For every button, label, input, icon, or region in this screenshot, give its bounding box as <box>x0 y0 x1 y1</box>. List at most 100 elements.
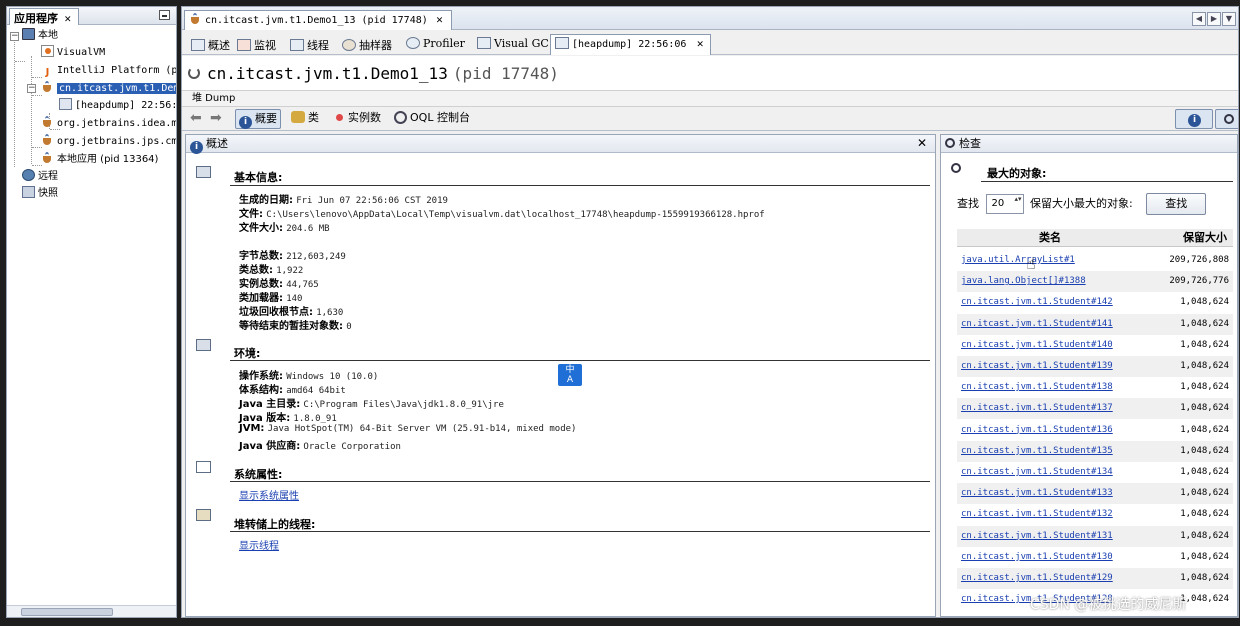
table-row[interactable]: java.lang.Object[]#1388 209,726,776 <box>957 271 1233 293</box>
retained-size: 1,048,624 <box>1180 445 1229 456</box>
expand-demo-toggle[interactable]: − <box>27 84 36 93</box>
snapshot-icon <box>22 186 35 198</box>
classes-button[interactable]: 类 <box>288 109 322 129</box>
table-row[interactable]: cn.itcast.jvm.t1.Student#142 1,048,624 <box>957 292 1233 313</box>
object-link[interactable]: cn.itcast.jvm.t1.Student#139 <box>961 356 1113 377</box>
table-row[interactable]: cn.itcast.jvm.t1.Student#136 1,048,624 <box>957 420 1233 441</box>
object-link[interactable]: cn.itcast.jvm.t1.Student#135 <box>961 441 1113 462</box>
object-link[interactable]: cn.itcast.jvm.t1.Student#136 <box>961 420 1113 441</box>
globe-icon <box>22 169 35 181</box>
find-button[interactable]: 查找 <box>1146 193 1207 215</box>
tree-node-local-app[interactable]: 本地应用 (pid 13364) <box>41 151 158 168</box>
info-toggle-button[interactable]: i <box>1175 109 1213 129</box>
object-count-stepper[interactable]: 20 <box>985 194 1024 214</box>
translate-badge-icon[interactable]: 中 A <box>558 364 582 386</box>
summary-button[interactable]: i 概要 <box>235 109 281 129</box>
tree-node-intellij[interactable]: J IntelliJ Platform (pi <box>41 62 176 79</box>
tree-node-visualvm[interactable]: VisualVM <box>41 44 105 61</box>
back-arrow-icon[interactable]: ⬅ <box>190 111 206 125</box>
tab-overview[interactable]: 概述 <box>186 34 237 55</box>
tree-node-jps-cmd[interactable]: org.jetbrains.jps.cmdl <box>41 133 176 150</box>
table-row[interactable]: cn.itcast.jvm.t1.Student#130 1,048,624 <box>957 547 1233 568</box>
inspect-toggle-button[interactable] <box>1215 109 1238 129</box>
horizontal-scrollbar[interactable] <box>7 605 176 617</box>
intellij-icon: J <box>45 67 50 78</box>
chevron-right-icon[interactable]: ▶ <box>1207 12 1221 26</box>
visual-gc-icon <box>477 37 491 49</box>
chevron-left-icon[interactable]: ◀ <box>1192 12 1206 26</box>
table-row[interactable]: cn.itcast.jvm.t1.Student#141 1,048,624 <box>957 313 1233 335</box>
retained-size: 1,048,624 <box>1180 361 1229 371</box>
tab-monitor[interactable]: 监视 <box>232 34 283 55</box>
object-link[interactable]: cn.itcast.jvm.t1.Student#129 <box>961 568 1113 589</box>
minimize-icon[interactable] <box>159 10 170 20</box>
tree-node-remote[interactable]: 远程 <box>22 168 58 185</box>
object-link[interactable]: cn.itcast.jvm.t1.Student#138 <box>961 377 1113 398</box>
tree-node-demo[interactable]: cn.itcast.jvm.t1.Demo <box>41 80 176 97</box>
close-icon[interactable]: ✕ <box>436 16 444 26</box>
object-link[interactable]: cn.itcast.jvm.t1.Student#134 <box>961 462 1113 483</box>
divider <box>981 181 1233 182</box>
table-row[interactable]: cn.itcast.jvm.t1.Student#138 1,048,624 <box>957 377 1233 398</box>
oql-console-button[interactable]: OQL 控制台 <box>391 109 473 129</box>
threads-icon <box>290 39 304 51</box>
tree-node-heapdump[interactable]: [heapdump] 22:56:0 <box>59 97 176 114</box>
tree-node-snapshot[interactable]: 快照 <box>22 185 58 202</box>
object-link[interactable]: cn.itcast.jvm.t1.Student#140 <box>961 335 1113 356</box>
object-link[interactable]: cn.itcast.jvm.t1.Student#142 <box>961 292 1113 313</box>
show-system-properties-link[interactable]: 显示系统属性 <box>239 487 299 502</box>
info-classes: 类总数: 1,922 <box>239 265 304 276</box>
tab-sampler[interactable]: 抽样器 <box>337 34 399 55</box>
instances-button[interactable]: 实例数 <box>330 109 384 129</box>
forward-arrow-icon[interactable]: ➡ <box>210 111 226 125</box>
object-link[interactable]: java.lang.Object[]#1388 <box>961 271 1086 292</box>
document-tab-demo[interactable]: cn.itcast.jvm.t1.Demo1_13 (pid 17748) ✕ <box>184 10 453 30</box>
column-class-name[interactable]: 类名 <box>957 229 1143 247</box>
view-tabs: 概述 监视 线程 抽样器 Profiler Visual GC [heapdum… <box>182 31 1238 55</box>
table-row[interactable]: cn.itcast.jvm.t1.Student#135 1,048,624 <box>957 440 1233 462</box>
table-row[interactable]: cn.itcast.jvm.t1.Student#134 1,048,624 <box>957 462 1233 483</box>
inspect-pane-header: 检查 <box>941 135 1237 153</box>
tree-node-local[interactable]: 本地 <box>22 27 58 44</box>
table-row[interactable]: cn.itcast.jvm.t1.Student#132 1,048,624 <box>957 504 1233 525</box>
tree-node-idea-maven[interactable]: org.jetbrains.idea.mav <box>41 115 176 132</box>
chevron-down-icon[interactable]: ▼ <box>1222 12 1236 26</box>
table-row[interactable]: cn.itcast.jvm.t1.Student#129 1,048,624 <box>957 568 1233 589</box>
tab-profiler[interactable]: Profiler <box>401 34 472 55</box>
instances-icon <box>336 114 343 121</box>
close-icon[interactable]: ✕ <box>696 40 704 50</box>
tab-heapdump[interactable]: [heapdump] 22:56:06 ✕ <box>550 34 711 55</box>
info-date: 生成的日期: Fri Jun 07 22:56:06 CST 2019 <box>239 195 448 206</box>
table-row[interactable]: cn.itcast.jvm.t1.Student#131 1,048,624 <box>957 525 1233 547</box>
object-link[interactable]: cn.itcast.jvm.t1.Student#141 <box>961 314 1113 335</box>
hand-cursor-icon: ☝ <box>1026 254 1036 273</box>
table-row[interactable]: java.util.ArrayList#1 209,726,808 <box>957 250 1233 271</box>
biggest-objects-title: 最大的对象: <box>987 167 1047 180</box>
tab-threads[interactable]: 线程 <box>285 34 336 55</box>
object-link[interactable]: java.util.ArrayList#1 <box>961 250 1075 271</box>
object-link[interactable]: cn.itcast.jvm.t1.Student#137 <box>961 398 1113 419</box>
expand-local-toggle[interactable]: − <box>10 32 19 41</box>
retained-size: 209,726,808 <box>1169 255 1229 265</box>
computer-icon <box>22 28 35 40</box>
table-row[interactable]: cn.itcast.jvm.t1.Student#140 1,048,624 <box>957 335 1233 356</box>
show-threads-link[interactable]: 显示线程 <box>239 537 279 552</box>
table-row[interactable]: cn.itcast.jvm.t1.Student#133 1,048,624 <box>957 483 1233 505</box>
retained-size: 1,048,624 <box>1180 339 1229 350</box>
object-link[interactable]: cn.itcast.jvm.t1.Student#132 <box>961 504 1113 525</box>
retained-size: 1,048,624 <box>1180 488 1229 499</box>
close-icon[interactable]: ✕ <box>917 135 927 152</box>
column-retained-size[interactable]: 保留大小 <box>1183 229 1227 247</box>
retained-size: 1,048,624 <box>1180 318 1229 329</box>
object-link[interactable]: cn.itcast.jvm.t1.Student#133 <box>961 483 1113 504</box>
close-icon[interactable]: ✕ <box>64 15 72 25</box>
section-system-properties-title: 系统属性: <box>234 468 283 481</box>
table-row[interactable]: cn.itcast.jvm.t1.Student#137 1,048,624 <box>957 398 1233 420</box>
object-link[interactable]: cn.itcast.jvm.t1.Student#131 <box>961 526 1113 547</box>
scrollbar-thumb[interactable] <box>21 608 113 616</box>
object-link[interactable]: cn.itcast.jvm.t1.Student#130 <box>961 547 1113 568</box>
search-icon <box>945 138 955 148</box>
applications-tab[interactable]: 应用程序 ✕ <box>9 8 79 25</box>
tab-visual-gc[interactable]: Visual GC <box>472 34 556 55</box>
table-row[interactable]: cn.itcast.jvm.t1.Student#139 1,048,624 <box>957 356 1233 377</box>
